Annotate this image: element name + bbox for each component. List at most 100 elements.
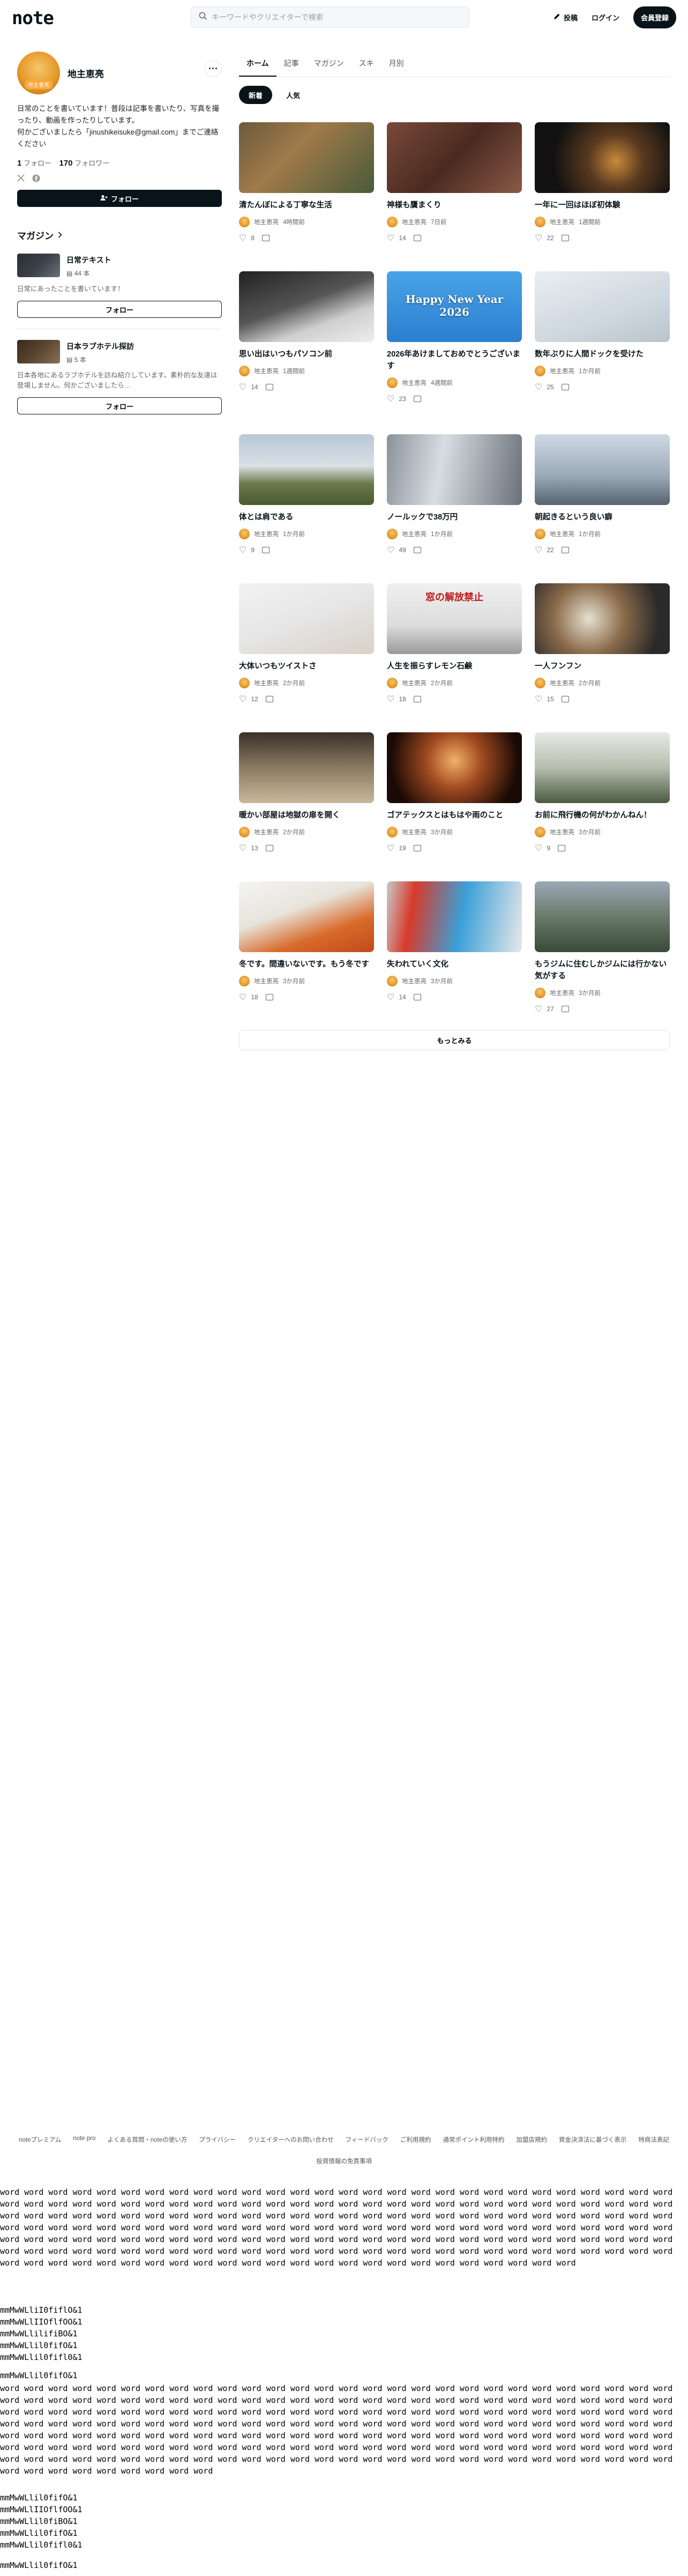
author-name[interactable]: 地主恵亮: [254, 218, 279, 226]
add-to-magazine-icon[interactable]: [413, 547, 421, 553]
footer-link[interactable]: ご利用規約: [400, 2135, 431, 2144]
article-title[interactable]: ノールックで38万円: [387, 511, 522, 523]
footer-link[interactable]: noteプレミアム: [19, 2135, 61, 2144]
chip-newest[interactable]: 新着: [239, 86, 273, 104]
heart-icon[interactable]: ♡: [535, 233, 542, 243]
article-card[interactable]: 一人フンフン 地主恵亮 2か月前 ♡ 15: [535, 583, 670, 732]
author-name[interactable]: 地主恵亮: [402, 679, 427, 687]
add-to-magazine-icon[interactable]: [413, 235, 421, 241]
add-to-magazine-icon[interactable]: [265, 845, 273, 851]
following-link[interactable]: 1 フォロー: [17, 159, 51, 168]
add-to-magazine-icon[interactable]: [561, 384, 569, 390]
facebook-icon[interactable]: [32, 174, 40, 184]
author-avatar[interactable]: [387, 976, 398, 986]
author-name[interactable]: 地主恵亮: [254, 679, 279, 687]
article-thumbnail[interactable]: [239, 122, 374, 193]
article-card[interactable]: 体とは肩である 地主恵亮 1か月前 ♡ 9: [239, 434, 374, 583]
article-title[interactable]: ゴアテックスとはもはや雨のこと: [387, 810, 522, 821]
heart-icon[interactable]: ♡: [387, 694, 394, 704]
author-avatar[interactable]: [387, 529, 398, 539]
article-card[interactable]: お前に飛行機の何がわかんねん！ 地主恵亮 3か月前 ♡ 9: [535, 732, 670, 881]
heart-icon[interactable]: ♡: [535, 694, 542, 704]
author-name[interactable]: 地主恵亮: [402, 977, 427, 985]
article-thumbnail[interactable]: [239, 732, 374, 803]
author-avatar[interactable]: [387, 827, 398, 837]
add-to-magazine-icon[interactable]: [561, 235, 569, 241]
article-thumbnail[interactable]: [387, 881, 522, 952]
article-thumbnail[interactable]: [387, 434, 522, 505]
article-title[interactable]: 一人フンフン: [535, 660, 670, 672]
signup-button[interactable]: 会員登録: [633, 6, 676, 28]
article-card[interactable]: 冬です。間違いないです。もう冬です 地主恵亮 3か月前 ♡ 18: [239, 881, 374, 1044]
tab-home[interactable]: ホーム: [239, 54, 276, 77]
author-avatar[interactable]: [387, 217, 398, 227]
avatar[interactable]: 地主恵亮: [17, 51, 60, 94]
heart-icon[interactable]: ♡: [387, 394, 394, 404]
article-title[interactable]: 清たんぼによる丁寧な生活: [239, 199, 374, 211]
article-card[interactable]: ノールックで38万円 地主恵亮 1か月前 ♡ 49: [387, 434, 522, 583]
heart-icon[interactable]: ♡: [239, 233, 246, 243]
article-title[interactable]: 神様も贋まくり: [387, 199, 522, 211]
author-name[interactable]: 地主恵亮: [254, 977, 279, 985]
footer-link[interactable]: プライバシー: [199, 2135, 236, 2144]
login-link[interactable]: ログイン: [592, 12, 619, 23]
article-title[interactable]: もうジムに住むしかジムには行かない気がする: [535, 959, 670, 982]
article-thumbnail[interactable]: [535, 732, 670, 803]
article-thumbnail[interactable]: [239, 271, 374, 342]
heart-icon[interactable]: ♡: [387, 992, 394, 1003]
author-avatar[interactable]: [239, 529, 250, 539]
article-thumbnail[interactable]: [535, 122, 670, 193]
post-button[interactable]: 投稿: [553, 12, 578, 23]
article-card[interactable]: 思い出はいつもパソコン前 地主恵亮 1週間前 ♡ 14: [239, 271, 374, 434]
author-avatar[interactable]: [239, 217, 250, 227]
magazine-summary[interactable]: 日常テキスト ▤ 44 本: [17, 254, 222, 278]
author-avatar[interactable]: [535, 529, 545, 539]
author-name[interactable]: 地主恵亮: [254, 828, 279, 836]
article-title[interactable]: 人生を振らすレモン石鹸: [387, 660, 522, 672]
heart-icon[interactable]: ♡: [239, 992, 246, 1003]
author-avatar[interactable]: [239, 678, 250, 688]
heart-icon[interactable]: ♡: [239, 545, 246, 555]
footer-link[interactable]: フィードバック: [346, 2135, 388, 2144]
heart-icon[interactable]: ♡: [239, 843, 246, 853]
author-name[interactable]: 地主恵亮: [550, 679, 574, 687]
footer-disclaimer-link[interactable]: 投資情報の免責事項: [0, 2157, 688, 2165]
article-title[interactable]: 数年ぶりに人間ドックを受けた: [535, 348, 670, 360]
article-card[interactable]: 大体いつもツイストさ 地主恵亮 2か月前 ♡ 12: [239, 583, 374, 732]
magazine-follow-button[interactable]: フォロー: [17, 397, 222, 414]
article-card[interactable]: 暖かい部屋は地獄の扉を開く 地主恵亮 2か月前 ♡ 13: [239, 732, 374, 881]
article-thumbnail[interactable]: [239, 434, 374, 505]
magazine-follow-button[interactable]: フォロー: [17, 301, 222, 318]
article-thumbnail[interactable]: [535, 271, 670, 342]
author-avatar[interactable]: [239, 366, 250, 376]
author-avatar[interactable]: [387, 377, 398, 388]
article-thumbnail[interactable]: [239, 881, 374, 952]
add-to-magazine-icon[interactable]: [413, 845, 421, 851]
heart-icon[interactable]: ♡: [535, 545, 542, 555]
article-title[interactable]: 2026年あけましておめでとうございます: [387, 348, 522, 372]
add-to-magazine-icon[interactable]: [265, 384, 273, 390]
tab-likes[interactable]: スキ: [352, 54, 382, 77]
author-avatar[interactable]: [535, 217, 545, 227]
author-name[interactable]: 地主恵亮: [402, 378, 427, 387]
article-title[interactable]: お前に飛行機の何がわかんねん！: [535, 810, 670, 821]
magazine-summary[interactable]: 日本ラブホテル探訪 ▤ 5 本: [17, 340, 222, 364]
author-avatar[interactable]: [535, 827, 545, 837]
chip-popular[interactable]: 人気: [276, 86, 310, 104]
footer-link[interactable]: よくある質問・noteの使い方: [107, 2135, 187, 2144]
search-input[interactable]: [212, 13, 447, 21]
article-thumbnail[interactable]: [535, 881, 670, 952]
author-avatar[interactable]: [387, 678, 398, 688]
article-card[interactable]: もうジムに住むしかジムには行かない気がする 地主恵亮 3か月前 ♡ 27: [535, 881, 670, 1044]
article-card[interactable]: 数年ぶりに人間ドックを受けた 地主恵亮 1か月前 ♡ 25: [535, 271, 670, 434]
follow-button[interactable]: フォロー: [17, 190, 222, 207]
author-name[interactable]: 地主恵亮: [550, 367, 574, 375]
article-card[interactable]: 清たんぼによる丁寧な生活 地主恵亮 4時間前 ♡ 8: [239, 122, 374, 271]
author-name[interactable]: 地主恵亮: [550, 218, 574, 226]
heart-icon[interactable]: ♡: [387, 233, 394, 243]
footer-link[interactable]: 資金決済法に基づく表示: [559, 2135, 627, 2144]
heart-icon[interactable]: ♡: [239, 382, 246, 392]
author-avatar[interactable]: [535, 988, 545, 998]
add-to-magazine-icon[interactable]: [265, 696, 273, 702]
tab-magazines[interactable]: マガジン: [306, 54, 352, 77]
